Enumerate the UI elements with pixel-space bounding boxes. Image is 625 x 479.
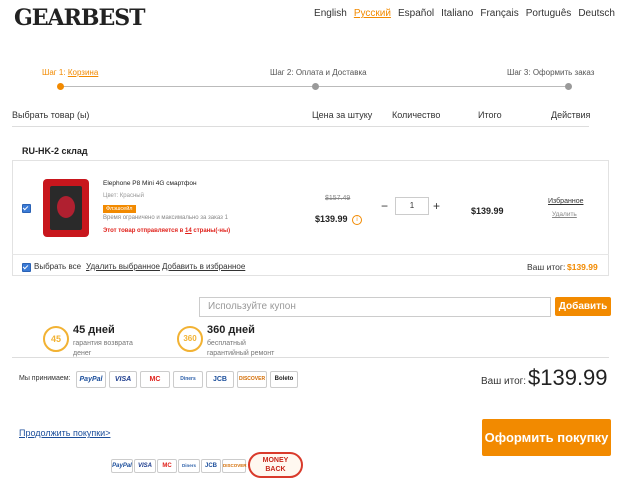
money-back-45-icon: 45 [43, 326, 69, 352]
item-subtotal: $139.99 [471, 206, 504, 216]
order-total-value: $139.99 [528, 365, 608, 390]
apply-coupon-button[interactable]: Добавить [555, 297, 611, 316]
money-back-badge-icon: MONEY BACK [248, 452, 303, 478]
mastercard-icon: MC [140, 371, 170, 388]
step1-label: Шаг 1: Корзина [42, 68, 98, 77]
section-divider [12, 357, 609, 358]
guarantee-45-line1: гарантия возврата [73, 340, 133, 347]
cart-item-box [12, 160, 609, 276]
lang-russian[interactable]: Русский [354, 8, 391, 19]
discover-icon: DISCOVER [237, 371, 267, 388]
cart-footer-divider [12, 254, 609, 255]
warranty-360-icon: 360 [177, 326, 203, 352]
order-total-label: Ваш итог: [481, 376, 527, 387]
qty-plus-button[interactable]: + [433, 199, 440, 213]
col-select: Выбрать товар (ы) [12, 110, 90, 120]
coupon-input[interactable]: Используйте купон [199, 297, 551, 317]
diners-icon: Diners [173, 371, 203, 388]
item-checkbox[interactable] [22, 204, 31, 213]
lang-spanish[interactable]: Español [398, 8, 434, 19]
unit-price: $139.99 [315, 214, 348, 224]
select-all-checkbox[interactable] [22, 263, 31, 272]
paypal-icon: PayPal [76, 371, 106, 388]
delete-item-link[interactable]: Удалить [552, 211, 577, 218]
cart-total-value: $139.99 [567, 262, 598, 272]
visa-icon: VISA [109, 371, 137, 388]
limit-note: Время ограничено и максимально за заказ … [103, 215, 228, 221]
guarantee-360-line1: бесплатный [207, 340, 246, 347]
qty-input[interactable]: 1 [395, 197, 429, 215]
shipping-note: Этот товар отправляется в 14 страны(-ны) [103, 228, 230, 234]
shipping-prefix: Этот товар отправляется в [103, 228, 186, 234]
info-icon[interactable]: i [352, 215, 362, 225]
checkout-button[interactable]: Оформить покупку [482, 419, 611, 456]
select-all-label[interactable]: Выбрать все [34, 262, 81, 271]
lang-french[interactable]: Français [480, 8, 518, 19]
bottom-visa-icon: VISA [134, 459, 156, 473]
col-total: Итого [478, 110, 502, 120]
step1-cart-link[interactable]: Корзина [68, 68, 98, 77]
bottom-mastercard-icon: MC [157, 459, 177, 473]
money-back-line2: BACK [265, 466, 286, 473]
language-selector: English Русский Español Italiano Françai… [314, 8, 615, 19]
bottom-jcb-icon: JCB [201, 459, 221, 473]
product-image-wallpaper [57, 196, 75, 218]
step1-prefix: Шаг 1: [42, 68, 68, 77]
bottom-paypal-icon: PayPal [111, 459, 133, 473]
add-to-favorites-link[interactable]: Добавить в избранное [162, 262, 245, 271]
gearbest-logo[interactable]: GEARBEST [14, 5, 146, 31]
delete-selected-link[interactable]: Удалить выбранное [86, 262, 160, 271]
old-price: $157.49 [325, 195, 351, 202]
step3-dot [565, 83, 572, 90]
col-unit-price: Цена за штуку [312, 110, 373, 120]
lang-italian[interactable]: Italiano [441, 8, 473, 19]
warehouse-title: RU-HK-2 склад [22, 146, 88, 156]
step2-dot [312, 83, 319, 90]
step3-label: Шаг 3: Оформить заказ [507, 68, 595, 77]
lang-german[interactable]: Deutsch [578, 8, 615, 19]
step2-label: Шаг 2: Оплата и Доставка [270, 68, 367, 77]
header-divider [12, 126, 589, 127]
product-color: Цвет: Красный [103, 193, 144, 199]
bottom-discover-icon: DISCOVER [222, 459, 247, 473]
guarantee-360-text: бесплатный гарантийный ремонт [207, 339, 274, 359]
qty-minus-button[interactable]: − [381, 199, 388, 213]
bottom-diners-icon: Diners [178, 459, 200, 473]
continue-shopping-link[interactable]: Продолжить покупки> [19, 428, 110, 438]
shipping-suffix: страны(-ны) [191, 228, 231, 234]
guarantee-360-title: 360 дней [207, 324, 255, 336]
boleto-icon: Boleto [270, 371, 298, 388]
money-back-line1: MONEY [262, 457, 289, 464]
jcb-icon: JCB [206, 371, 234, 388]
accept-label: Мы принимаем: [19, 375, 71, 382]
col-quantity: Количество [392, 110, 441, 120]
col-actions: Действия [551, 110, 591, 120]
add-favorite-link[interactable]: Избранное [548, 198, 583, 205]
guarantee-45-text: гарантия возврата денег [73, 339, 133, 359]
step1-dot [57, 83, 64, 90]
cart-total-label: Ваш итог: [527, 262, 566, 272]
lang-portuguese[interactable]: Português [526, 8, 572, 19]
guarantee-45-title: 45 дней [73, 324, 115, 336]
shipping-count-link[interactable]: 14 [185, 228, 192, 234]
flash-sale-badge: Флэшсейл [103, 205, 136, 213]
lang-english[interactable]: English [314, 8, 347, 19]
product-name[interactable]: Elephone P8 Mini 4G смартфон [103, 180, 197, 187]
